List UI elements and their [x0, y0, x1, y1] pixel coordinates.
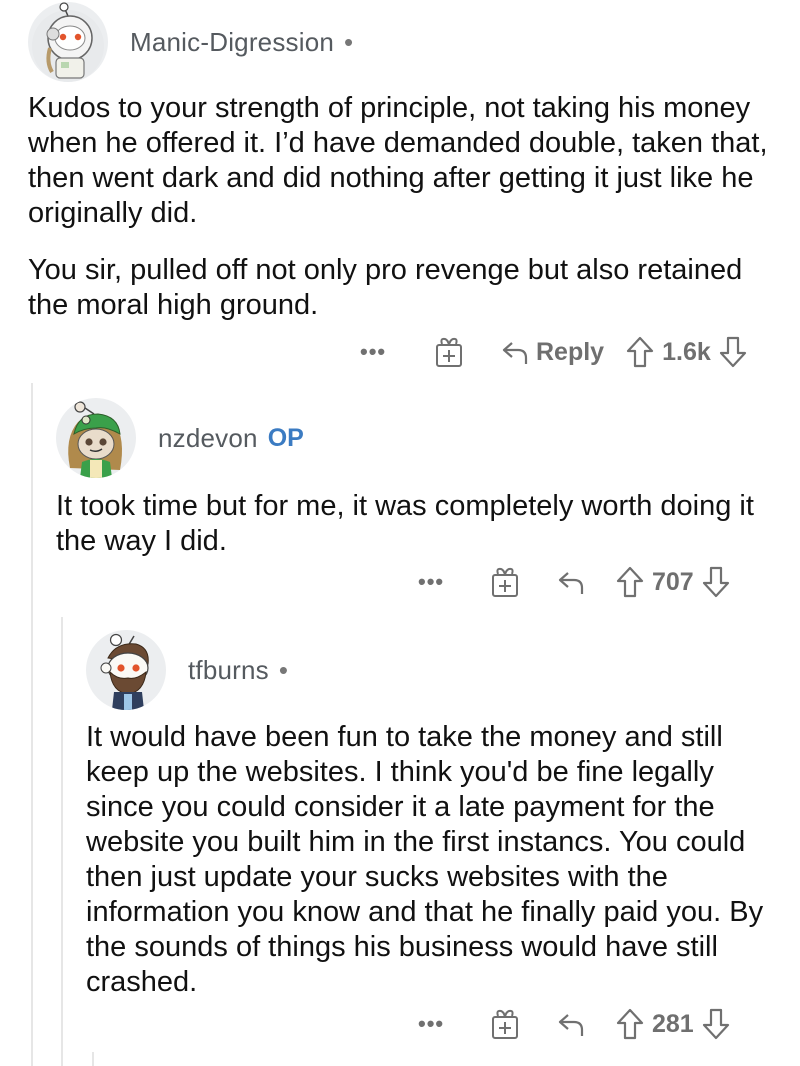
give-award-button[interactable]: [490, 1008, 520, 1040]
snoo-astronaut-avatar-icon: [32, 2, 104, 82]
username[interactable]: nzdevon: [158, 423, 258, 454]
comment-paragraph: Kudos to your strength of principle, not…: [28, 92, 768, 229]
reply-arrow-icon: [558, 572, 584, 594]
upvote-arrow-icon: [616, 566, 644, 598]
comment-body: Kudos to your strength of principle, not…: [28, 91, 768, 323]
vote-score: 281: [652, 1009, 694, 1038]
comment-header: nzdevon OP: [56, 398, 786, 478]
separator-dot: •: [278, 654, 288, 685]
upvote-button[interactable]: [616, 1008, 644, 1040]
comment-paragraph: It would have been fun to take the money…: [86, 721, 764, 998]
avatar[interactable]: [28, 2, 108, 82]
upvote-button[interactable]: [616, 566, 644, 598]
snoo-frog-hood-avatar-icon: [60, 401, 132, 478]
reply-button[interactable]: Reply: [500, 338, 604, 367]
op-badge: OP: [267, 423, 304, 452]
username[interactable]: tfburns: [188, 655, 269, 686]
separator-dot: •: [344, 26, 354, 57]
comment-header: Manic-Digression •: [28, 2, 788, 82]
downvote-button[interactable]: [719, 336, 747, 368]
more-options-button[interactable]: •••: [418, 569, 458, 595]
reply-arrow-icon: [502, 342, 528, 364]
downvote-arrow-icon: [702, 1008, 729, 1040]
thread-line-level-3[interactable]: [92, 1052, 94, 1066]
reply-arrow-icon: [558, 1014, 584, 1036]
vote-score: 707: [652, 567, 694, 596]
username[interactable]: Manic-Digression: [130, 27, 334, 58]
comment-body: It took time but for me, it was complete…: [56, 489, 776, 559]
downvote-arrow-icon: [719, 336, 746, 368]
downvote-button[interactable]: [702, 566, 730, 598]
comment-nzdevon: nzdevon OP It took time but for me, it w…: [56, 398, 786, 559]
comment-paragraph: It took time but for me, it was complete…: [56, 490, 754, 557]
more-options-button[interactable]: •••: [418, 1011, 458, 1037]
comment-body: It would have been fun to take the money…: [86, 720, 776, 1000]
comment-actions: ••• 707: [418, 564, 730, 600]
comment-actions: ••• Reply 1.6k: [360, 334, 747, 370]
gift-icon: [492, 567, 518, 597]
gift-icon: [492, 1009, 518, 1039]
thread-line-level-1[interactable]: [31, 383, 33, 1066]
upvote-arrow-icon: [616, 1008, 644, 1040]
reply-label: Reply: [536, 337, 605, 366]
avatar[interactable]: [56, 398, 136, 478]
upvote-arrow-icon: [626, 336, 654, 368]
comment-manic-digression: Manic-Digression • Kudos to your strengt…: [28, 2, 788, 323]
more-options-button[interactable]: •••: [360, 339, 400, 365]
gift-icon: [436, 337, 462, 367]
comment-paragraph: You sir, pulled off not only pro revenge…: [28, 254, 743, 321]
give-award-button[interactable]: [490, 566, 520, 598]
snoo-bearded-avatar-icon: [90, 633, 162, 710]
thread-line-level-2[interactable]: [61, 617, 63, 1066]
reply-button[interactable]: [556, 568, 586, 596]
comment-tfburns: tfburns • It would have been fun to take…: [86, 630, 786, 1000]
vote-score: 1.6k: [662, 337, 711, 366]
comment-header: tfburns •: [86, 630, 786, 710]
reply-button[interactable]: [556, 1010, 586, 1038]
downvote-button[interactable]: [702, 1008, 730, 1040]
avatar[interactable]: [86, 630, 166, 710]
give-award-button[interactable]: [434, 336, 464, 368]
upvote-button[interactable]: [626, 336, 654, 368]
comment-actions: ••• 281: [418, 1006, 730, 1042]
downvote-arrow-icon: [702, 566, 729, 598]
